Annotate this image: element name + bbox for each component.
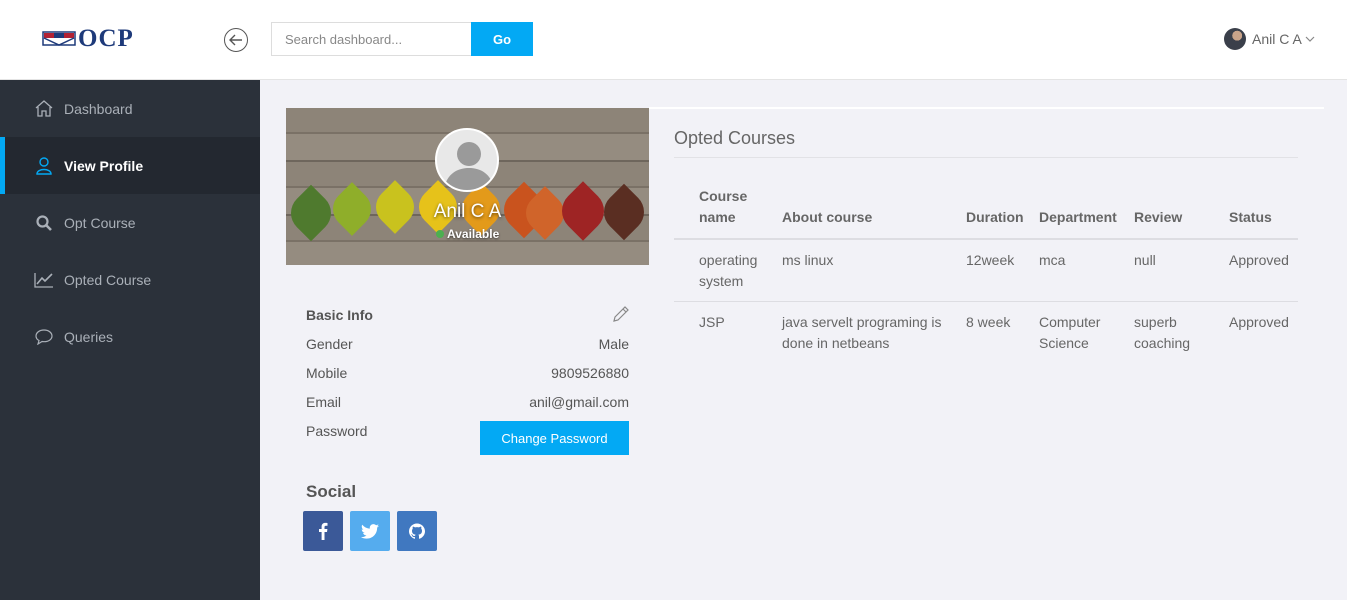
cell-about-course: ms linux: [782, 239, 966, 302]
home-icon: [34, 99, 54, 119]
user-menu[interactable]: Anil C A: [1224, 27, 1315, 51]
status-dot-icon: [436, 230, 444, 238]
sidebar-item-label: Dashboard: [64, 100, 133, 117]
sidebar-item-opt-course[interactable]: Opt Course: [0, 194, 260, 251]
arrow-left-icon: [229, 34, 242, 46]
github-icon: [409, 523, 425, 539]
sidebar-item-label: Queries: [64, 328, 114, 345]
cell-about-course: java servelt programing is done in netbe…: [782, 314, 942, 351]
search-icon: [34, 213, 54, 233]
chat-bubble-icon: [34, 327, 54, 347]
facebook-icon: [319, 522, 328, 540]
sidebar-item-label: Opted Course: [64, 271, 152, 288]
ocp-logo[interactable]: OCP: [42, 25, 134, 52]
status-badge: Available: [436, 227, 499, 241]
divider: [674, 157, 1298, 158]
column-header-course-name[interactable]: Course name: [674, 176, 782, 240]
chevron-down-icon: [1305, 36, 1315, 42]
column-header-review[interactable]: Review: [1134, 176, 1229, 240]
opted-courses-table: Course name About course Duration Depart…: [674, 176, 1298, 363]
twitter-button[interactable]: [350, 511, 390, 551]
change-password-button[interactable]: Change Password: [480, 421, 629, 455]
search-input[interactable]: [271, 22, 472, 56]
cell-status: Approved: [1229, 239, 1298, 302]
column-header-duration[interactable]: Duration: [966, 176, 1039, 240]
sidebar: Dashboard View Profile Opt Course Opted …: [0, 80, 260, 600]
user-name: Anil C A: [1252, 31, 1302, 47]
cell-course-name: JSP: [699, 314, 725, 330]
cell-duration: 8 week: [966, 314, 1011, 330]
avatar: [1224, 28, 1246, 50]
sidebar-item-view-profile[interactable]: View Profile: [0, 137, 260, 194]
sidebar-item-queries[interactable]: Queries: [0, 308, 260, 365]
crest-icon: [42, 31, 76, 46]
basic-info-title: Basic Info: [306, 307, 373, 323]
cell-duration: 12week: [966, 239, 1039, 302]
column-header-about-course[interactable]: About course: [782, 176, 966, 240]
password-label: Password: [306, 423, 368, 439]
cell-status: Approved: [1229, 314, 1289, 330]
back-button[interactable]: [224, 28, 248, 52]
email-value: anil@gmail.com: [529, 394, 629, 410]
user-icon: [34, 156, 54, 176]
facebook-button[interactable]: [303, 511, 343, 551]
pencil-icon[interactable]: [612, 305, 630, 323]
column-header-status[interactable]: Status: [1229, 176, 1298, 240]
table-header-row: Course name About course Duration Depart…: [674, 176, 1298, 240]
status-text: Available: [447, 227, 500, 241]
profile-avatar[interactable]: [435, 128, 499, 192]
sidebar-item-label: Opt Course: [64, 214, 136, 231]
divider: [649, 107, 1324, 109]
sidebar-item-label: View Profile: [64, 157, 144, 174]
gender-value: Male: [598, 336, 629, 352]
cell-review: null: [1134, 239, 1229, 302]
sidebar-item-dashboard[interactable]: Dashboard: [0, 80, 260, 137]
mobile-label: Mobile: [306, 365, 348, 381]
twitter-icon: [361, 523, 379, 539]
opted-courses-title: Opted Courses: [674, 128, 796, 148]
mobile-value: 9809526880: [551, 365, 629, 381]
column-header-department[interactable]: Department: [1039, 176, 1134, 240]
gender-label: Gender: [306, 336, 353, 352]
github-button[interactable]: [397, 511, 437, 551]
sidebar-item-opted-course[interactable]: Opted Course: [0, 251, 260, 308]
cell-department: Computer Science: [1039, 314, 1101, 351]
logo-text: OCP: [78, 25, 134, 52]
cell-course-name: operating system: [674, 239, 782, 302]
profile-name: Anil C A: [433, 201, 502, 222]
go-button[interactable]: Go: [471, 22, 533, 56]
table-row[interactable]: JSP java servelt programing is done in n…: [674, 302, 1298, 364]
top-header: OCP Go Anil C A: [0, 0, 1347, 80]
email-label: Email: [306, 394, 342, 410]
social-title: Social: [306, 482, 357, 501]
chart-line-icon: [34, 270, 54, 290]
table-row[interactable]: operating system ms linux 12week mca nul…: [674, 239, 1298, 302]
cell-department: mca: [1039, 239, 1134, 302]
cell-review: superb coaching: [1134, 314, 1191, 351]
